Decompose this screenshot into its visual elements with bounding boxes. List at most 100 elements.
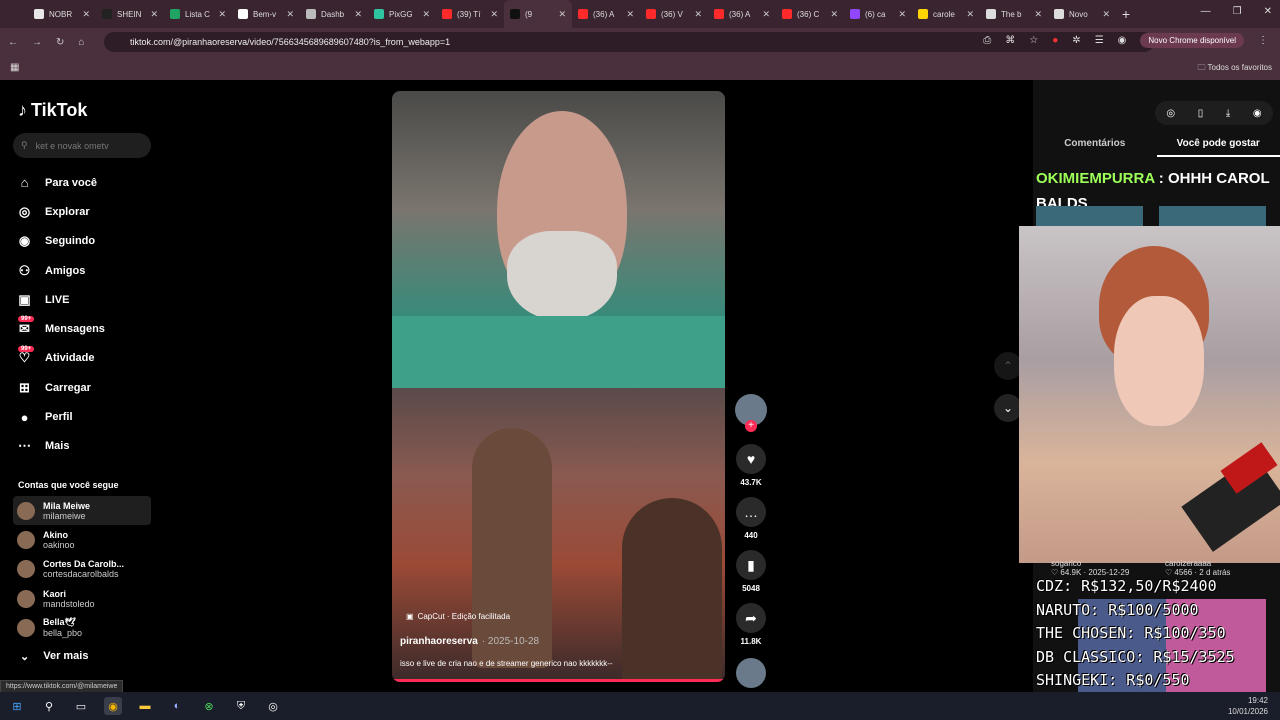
close-tab-icon[interactable]: ✕	[762, 9, 770, 20]
all-bookmarks[interactable]: 🗀 Todos os favoritos	[1197, 62, 1272, 76]
following-account[interactable]: Mila Meiwe milameiwe	[13, 496, 151, 526]
browser-tab[interactable]: (36) C ✕	[776, 0, 844, 28]
following-account[interactable]: Bella🕊 bella_pbo	[13, 613, 151, 642]
tab-favicon-icon	[510, 9, 520, 19]
browser-tab[interactable]: PixGG ✕	[368, 0, 436, 28]
task-view-icon[interactable]: ▭	[72, 697, 90, 715]
forward-icon[interactable]: →	[32, 37, 42, 48]
menu-dots-icon[interactable]: ⋮	[1258, 35, 1268, 46]
sidebar-item-atividade[interactable]: ♡ Atividade 99+	[16, 344, 105, 373]
browser-tab[interactable]: (6) ca ✕	[844, 0, 912, 28]
maximize-icon[interactable]: ❐	[1233, 6, 1242, 17]
download-icon[interactable]: ⤓	[1226, 108, 1230, 119]
sidebar-item-explorar[interactable]: ◎ Explorar	[16, 197, 105, 226]
browser-tab[interactable]: carole ✕	[912, 0, 980, 28]
tab-comments[interactable]: Comentários	[1033, 138, 1157, 157]
search-input[interactable]: ⚲ ket e novak ometv	[13, 133, 151, 158]
sidebar-item-seguindo[interactable]: ◉ Seguindo	[16, 227, 105, 256]
close-tab-icon[interactable]: ✕	[1102, 9, 1110, 20]
sidebar-item-mensagens[interactable]: ✉ Mensagens 99+	[16, 314, 105, 343]
phone-icon[interactable]: ▯	[1198, 108, 1204, 119]
compass-small-icon[interactable]: ◎	[1166, 108, 1175, 119]
like-button[interactable]: ♥	[736, 444, 766, 474]
close-tab-icon[interactable]: ✕	[82, 9, 90, 20]
file-explorer-icon[interactable]: ▬	[136, 697, 154, 715]
new-chrome-button[interactable]: Novo Chrome disponível	[1140, 33, 1244, 48]
user-avatar[interactable]: ◉	[1253, 108, 1262, 119]
reload-icon[interactable]: ↻	[56, 37, 64, 48]
browser-tab[interactable]: (9 ✕	[504, 0, 572, 28]
close-tab-icon[interactable]: ✕	[354, 9, 362, 20]
close-tab-icon[interactable]: ✕	[1034, 9, 1042, 20]
xbox-icon[interactable]: ⊗	[200, 697, 218, 715]
suggestion-thumb[interactable]	[1159, 206, 1266, 228]
close-tab-icon[interactable]: ✕	[966, 9, 974, 20]
close-tab-icon[interactable]: ✕	[150, 9, 158, 20]
tab-suggestions[interactable]: Você pode gostar	[1156, 138, 1280, 157]
browser-tab[interactable]: (36) A ✕	[708, 0, 776, 28]
sidebar-item-perfil[interactable]: ● Perfil	[16, 402, 105, 431]
see-more-button[interactable]: ⌄ Ver mais	[20, 650, 88, 663]
windows-start-icon[interactable]: ⊞	[8, 697, 26, 715]
extension-red-icon[interactable]: ●	[1052, 35, 1058, 46]
close-tab-icon[interactable]: ✕	[694, 9, 702, 20]
browser-tab[interactable]: Novo ✕	[1048, 0, 1116, 28]
follow-plus-icon[interactable]: +	[745, 420, 757, 432]
new-tab-icon[interactable]: +	[1116, 6, 1136, 22]
close-tab-icon[interactable]: ✕	[218, 9, 226, 20]
search-taskbar-icon[interactable]: ⚲	[40, 697, 58, 715]
sidebar-item-mais[interactable]: ⋯ Mais	[16, 432, 105, 461]
video-player[interactable]: ▣ CapCut · Edição facilitada piranhaores…	[392, 91, 725, 682]
back-icon[interactable]: ←	[8, 37, 18, 48]
close-tab-icon[interactable]: ✕	[830, 9, 838, 20]
video-author[interactable]: piranhaoreserva · 2025-10-28	[400, 636, 539, 647]
discord-icon[interactable]: ◐	[168, 697, 186, 715]
chrome-icon[interactable]: ◉	[104, 697, 122, 715]
comment-button[interactable]: …	[736, 497, 766, 527]
sidebar-item-amigos[interactable]: ⚇ Amigos	[16, 256, 105, 285]
save-button[interactable]: ▮	[736, 550, 766, 580]
close-tab-icon[interactable]: ✕	[490, 9, 498, 20]
browser-tab[interactable]: Dashb ✕	[300, 0, 368, 28]
extensions-icon[interactable]: ✲	[1072, 35, 1080, 46]
home-browser-icon[interactable]: ⌂	[78, 37, 84, 48]
following-account[interactable]: Akino oakinoo	[13, 525, 151, 554]
bookmark-star-icon[interactable]: ☆	[1029, 35, 1038, 46]
capcut-tag[interactable]: ▣ CapCut · Edição facilitada	[406, 612, 510, 621]
close-tab-icon[interactable]: ✕	[626, 9, 634, 20]
previous-video-button[interactable]: ⌃	[994, 352, 1022, 380]
media-icon[interactable]: ☰	[1095, 35, 1104, 46]
obs-icon[interactable]: ◎	[264, 697, 282, 715]
browser-tab[interactable]: (36) V ✕	[640, 0, 708, 28]
share-button[interactable]: ➦	[736, 603, 766, 633]
browser-tab[interactable]: (36) A ✕	[572, 0, 640, 28]
close-tab-icon[interactable]: ✕	[286, 9, 294, 20]
browser-tab[interactable]: The b ✕	[980, 0, 1048, 28]
close-tab-icon[interactable]: ✕	[558, 9, 566, 20]
author-avatar[interactable]: +	[735, 394, 767, 432]
following-account[interactable]: Kaori mandstoledo	[13, 584, 151, 613]
browser-tab[interactable]: Bem-v ✕	[232, 0, 300, 28]
profile-browser-icon[interactable]: ◉	[1118, 35, 1127, 46]
close-window-icon[interactable]: ✕	[1264, 6, 1272, 17]
browser-tab[interactable]: (39) Tí ✕	[436, 0, 504, 28]
browser-tab[interactable]: NOBR ✕	[28, 0, 96, 28]
install-icon[interactable]: ⎙	[983, 35, 991, 46]
security-icon[interactable]: ⛨	[232, 697, 250, 715]
minimize-icon[interactable]: —	[1201, 6, 1211, 17]
tiktok-logo[interactable]: ♪ TikTok	[18, 100, 87, 121]
music-disc-avatar[interactable]	[736, 658, 766, 688]
following-account[interactable]: Cortes Da Carolb... cortesdacarolbalds	[13, 555, 151, 584]
suggestion-thumb[interactable]	[1036, 206, 1143, 228]
next-video-button[interactable]: ⌄	[994, 394, 1022, 422]
sidebar-item-para-voc-[interactable]: ⌂ Para você	[16, 168, 105, 197]
video-progress[interactable]	[392, 679, 725, 682]
close-tab-icon[interactable]: ✕	[898, 9, 906, 20]
browser-tab[interactable]: Lista C ✕	[164, 0, 232, 28]
close-tab-icon[interactable]: ✕	[422, 9, 430, 20]
browser-tab[interactable]: SHEIN ✕	[96, 0, 164, 28]
translate-icon[interactable]: ⌘	[1005, 35, 1015, 46]
apps-grid-icon[interactable]: ▦	[10, 62, 19, 73]
sidebar-item-live[interactable]: ▣ LIVE	[16, 285, 105, 314]
sidebar-item-carregar[interactable]: ⊞ Carregar	[16, 373, 105, 402]
